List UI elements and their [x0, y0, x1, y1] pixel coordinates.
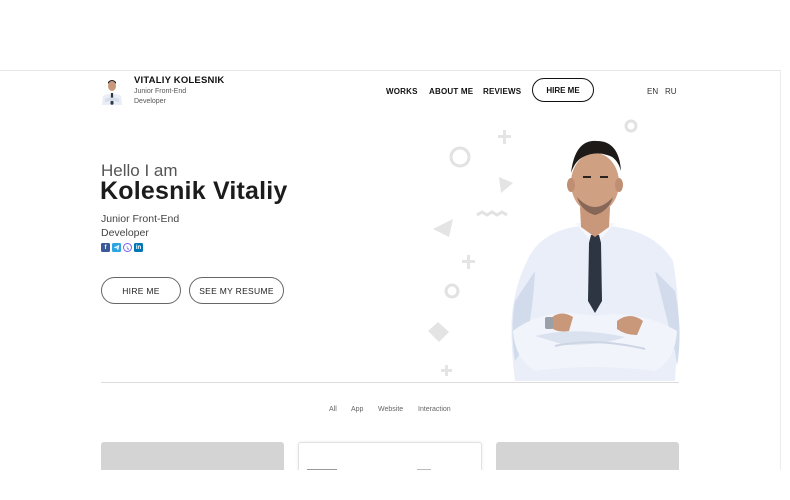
nav-works[interactable]: WORKS	[386, 87, 418, 96]
facebook-icon[interactable]: f	[101, 243, 110, 252]
portfolio-card[interactable]	[496, 442, 679, 470]
lang-ru[interactable]: RU	[665, 87, 677, 96]
filter-all[interactable]: All	[329, 406, 337, 413]
viber-icon[interactable]	[123, 243, 132, 252]
nav-about-me[interactable]: ABOUT ME	[429, 87, 473, 96]
hero-hire-me-button[interactable]: HIRE ME	[101, 277, 181, 304]
avatar[interactable]	[101, 75, 123, 105]
hero-name: Kolesnik Vitaliy	[100, 177, 288, 205]
hero-role: Junior Front-End Developer	[101, 213, 180, 239]
section-divider	[101, 382, 679, 383]
telegram-icon[interactable]	[112, 243, 121, 252]
linkedin-icon[interactable]: in	[134, 243, 143, 252]
social-links: f in	[101, 243, 143, 252]
portfolio-card[interactable]	[101, 442, 284, 470]
filter-interaction[interactable]: Interaction	[418, 406, 451, 413]
brand-subtitle: Junior Front-End Developer	[134, 88, 187, 105]
lang-en[interactable]: EN	[647, 87, 658, 96]
portfolio-card[interactable]	[298, 442, 482, 470]
website-frame: VITALIY KOLESNIK Junior Front-End Develo…	[0, 70, 781, 470]
nav-reviews[interactable]: REVIEWS	[483, 87, 521, 96]
filter-app[interactable]: App	[351, 406, 363, 413]
filter-website[interactable]: Website	[378, 406, 403, 413]
profile-photo	[511, 140, 680, 381]
top-blank-area	[0, 0, 790, 70]
header-hire-me-button[interactable]: HIRE ME	[532, 78, 594, 102]
brand-name[interactable]: VITALIY KOLESNIK	[134, 75, 224, 86]
bottom-blank-area	[0, 470, 790, 500]
see-resume-button[interactable]: SEE MY RESUME	[189, 277, 284, 304]
